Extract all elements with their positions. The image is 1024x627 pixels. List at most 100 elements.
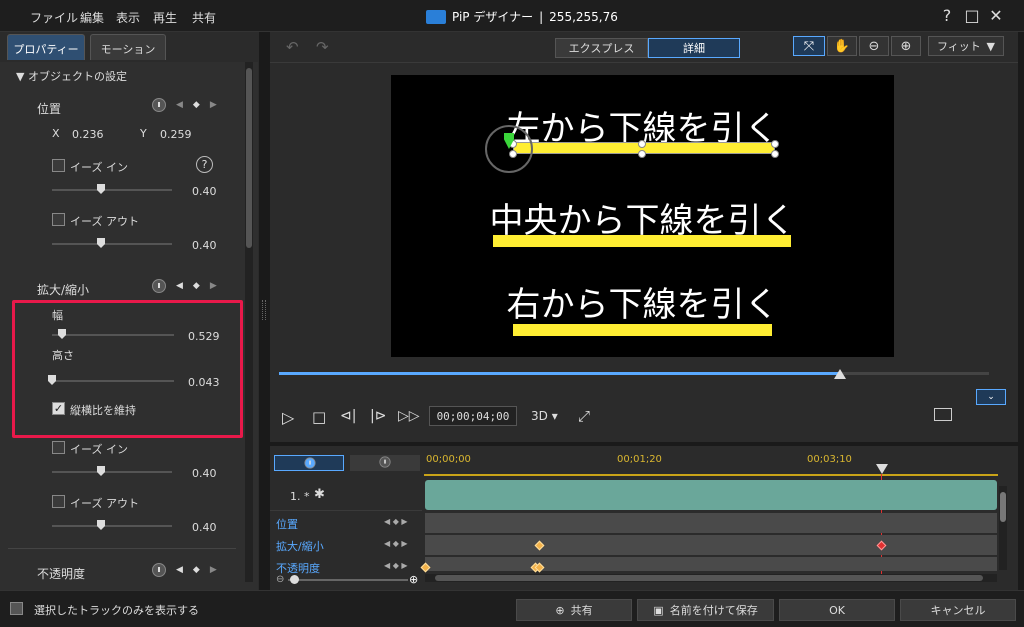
zoom-in-icon[interactable]: ⊕ xyxy=(891,36,921,56)
safe-area-icon[interactable] xyxy=(934,408,952,421)
y-value[interactable]: 0.259 xyxy=(160,128,192,141)
help-button[interactable]: ? xyxy=(936,6,958,25)
fast-forward-icon[interactable]: ▷▷ xyxy=(398,408,420,424)
properties-scrollbar[interactable] xyxy=(245,62,253,582)
rotate-handle-icon[interactable] xyxy=(485,125,533,173)
row-keyframe-nav-icon[interactable]: ◀ ◆ ▶ xyxy=(384,517,408,526)
ease-in-label: イーズ イン xyxy=(70,443,128,456)
ease-in-thumb[interactable] xyxy=(97,466,105,476)
share-button[interactable]: ⊕ 共有 xyxy=(516,599,632,621)
keyframe-row-position[interactable] xyxy=(425,513,997,533)
scrollbar-thumb[interactable] xyxy=(246,68,252,248)
timecode-display[interactable]: 00;00;04;00 xyxy=(429,406,517,426)
ease-out-slider[interactable] xyxy=(52,525,172,527)
3d-toggle[interactable]: 3D ▾ xyxy=(531,409,558,423)
help-icon[interactable]: ? xyxy=(196,156,213,173)
cancel-button[interactable]: キャンセル xyxy=(900,599,1016,621)
ease-out-slider[interactable] xyxy=(52,243,172,245)
ease-out-checkbox[interactable] xyxy=(52,495,65,508)
next-keyframe-icon[interactable]: ▶ xyxy=(210,100,217,110)
row-label-position[interactable]: 位置 xyxy=(276,516,298,532)
mode-express-button[interactable]: エクスプレス xyxy=(555,38,648,58)
only-selected-checkbox[interactable] xyxy=(10,602,23,615)
playhead-marker[interactable] xyxy=(876,464,888,474)
prev-keyframe-icon[interactable]: ◀ xyxy=(176,100,183,110)
stopwatch-icon[interactable] xyxy=(152,98,166,112)
scrollbar-thumb[interactable] xyxy=(1000,492,1006,522)
timeline-mode-a[interactable] xyxy=(274,455,344,471)
ease-in-thumb[interactable] xyxy=(97,184,105,194)
zoom-out-icon[interactable]: ⊖ xyxy=(859,36,889,56)
menu-edit[interactable]: 編集 xyxy=(80,9,104,26)
redo-icon[interactable]: ↷ xyxy=(316,38,329,56)
prev-keyframe-icon[interactable]: ◀ xyxy=(176,565,183,575)
resize-handle[interactable] xyxy=(771,150,779,158)
ease-in-slider[interactable] xyxy=(52,471,172,473)
add-keyframe-icon[interactable]: ◆ xyxy=(193,565,200,575)
maximize-button[interactable]: □ xyxy=(961,6,983,25)
stop-icon[interactable]: □ xyxy=(312,408,326,426)
timeline-zoom-thumb[interactable] xyxy=(290,575,299,584)
timeline-vscroll[interactable] xyxy=(999,486,1007,570)
resize-handle[interactable] xyxy=(638,150,646,158)
add-keyframe-icon[interactable]: ◆ xyxy=(193,281,200,291)
tab-properties[interactable]: プロパティー xyxy=(7,34,85,60)
timeline-hscroll[interactable] xyxy=(425,574,997,582)
select-move-icon[interactable]: ⤧ xyxy=(793,36,825,56)
close-button[interactable]: ✕ xyxy=(985,6,1007,25)
collapse-triangle-icon: ▼ xyxy=(16,70,28,83)
row-keyframe-nav-icon[interactable]: ◀ ◆ ▶ xyxy=(384,561,408,570)
scrub-thumb[interactable] xyxy=(833,369,846,379)
time-ruler[interactable] xyxy=(424,452,998,476)
keyframe-row-scale[interactable] xyxy=(425,535,997,555)
menu-file[interactable]: ファイル xyxy=(30,9,78,26)
underline-center[interactable] xyxy=(493,235,791,247)
hand-icon[interactable]: ✋ xyxy=(827,36,857,56)
section-header[interactable]: ▼ オブジェクトの設定 xyxy=(0,62,244,84)
x-value[interactable]: 0.236 xyxy=(72,128,104,141)
zoom-in-timeline-icon[interactable]: ⊕ xyxy=(409,573,418,586)
scrollbar-thumb[interactable] xyxy=(435,575,983,581)
ease-in-slider[interactable] xyxy=(52,189,172,191)
preview-canvas[interactable]: 左から下線を引く 中央から下線を引く 右から下線を引く xyxy=(391,75,894,357)
ease-in-checkbox[interactable] xyxy=(52,441,65,454)
resize-handle[interactable] xyxy=(771,140,779,148)
keyframe-row-opacity[interactable] xyxy=(425,557,997,571)
ruler-label: 00;00;00 xyxy=(426,454,471,465)
row-label-scale[interactable]: 拡大/縮小 xyxy=(276,538,324,554)
next-keyframe-icon[interactable]: ▶ xyxy=(210,565,217,575)
fullscreen-icon[interactable]: ⤢ xyxy=(578,407,590,425)
prev-keyframe-icon[interactable]: ◀ xyxy=(176,281,183,291)
prev-frame-icon[interactable]: ⊲| xyxy=(340,408,356,424)
expand-chevron-icon[interactable]: ⌄ xyxy=(976,389,1006,405)
save-as-button[interactable]: ▣ 名前を付けて保存 xyxy=(637,599,774,621)
undo-icon[interactable]: ↶ xyxy=(286,38,299,56)
next-keyframe-icon[interactable]: ▶ xyxy=(210,281,217,291)
caption-right[interactable]: 右から下線を引く xyxy=(391,277,894,326)
ease-in-checkbox[interactable] xyxy=(52,159,65,172)
menu-share[interactable]: 共有 xyxy=(192,9,216,26)
play-icon[interactable]: ▷ xyxy=(282,408,294,427)
ease-out-thumb[interactable] xyxy=(97,238,105,248)
zoom-select[interactable]: フィット ▼ xyxy=(928,36,1004,56)
resize-handle[interactable] xyxy=(638,140,646,148)
row-keyframe-nav-icon[interactable]: ◀ ◆ ▶ xyxy=(384,539,408,548)
stopwatch-icon[interactable] xyxy=(152,563,166,577)
ok-button[interactable]: OK xyxy=(779,599,895,621)
mode-detail-button[interactable]: 詳細 xyxy=(648,38,740,58)
track-header[interactable]: 1. * ✱ xyxy=(270,479,422,511)
track-clip[interactable] xyxy=(425,480,997,510)
ease-out-thumb[interactable] xyxy=(97,520,105,530)
stopwatch-icon[interactable] xyxy=(152,279,166,293)
tab-motion[interactable]: モーション xyxy=(90,34,166,60)
menu-view[interactable]: 表示 xyxy=(116,9,140,26)
panel-splitter[interactable] xyxy=(262,300,266,320)
timeline-mode-b[interactable] xyxy=(350,455,420,471)
add-keyframe-icon[interactable]: ◆ xyxy=(193,100,200,110)
zoom-out-timeline-icon[interactable]: ⊖ xyxy=(276,574,284,585)
underline-right[interactable] xyxy=(513,324,772,336)
ease-out-checkbox[interactable] xyxy=(52,213,65,226)
timeline-zoom-slider[interactable] xyxy=(288,579,408,581)
next-frame-icon[interactable]: |⊳ xyxy=(370,408,386,424)
menu-play[interactable]: 再生 xyxy=(153,9,177,26)
